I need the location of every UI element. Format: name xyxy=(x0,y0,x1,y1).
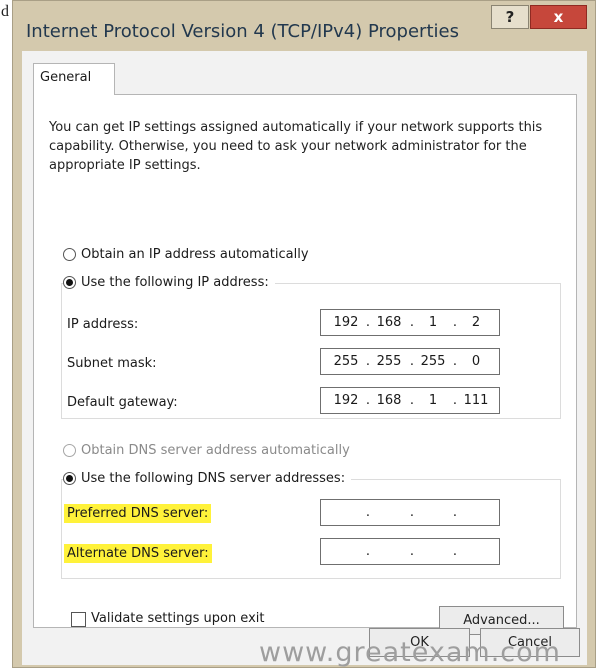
description-text: You can get IP settings assigned automat… xyxy=(49,120,543,173)
subnet-mask-octet-3: 255 xyxy=(420,354,446,369)
validate-settings-checkbox[interactable] xyxy=(71,612,86,627)
ip-address-octet-4: 2 xyxy=(471,315,481,330)
octet-separator: . xyxy=(409,354,415,369)
preferred-dns-field[interactable]: . . . xyxy=(320,499,500,526)
octet-separator: . xyxy=(365,505,371,520)
preferred-dns-label: Preferred DNS server: xyxy=(64,504,212,523)
tab-general[interactable]: General xyxy=(33,63,115,95)
use-following-dns-option[interactable]: Use the following DNS server addresses: xyxy=(63,471,352,486)
general-tab-panel: You can get IP settings assigned automat… xyxy=(33,94,577,635)
alternate-dns-label-text: Alternate DNS server: xyxy=(64,544,212,563)
default-gateway-field[interactable]: 192 . 168 . 1 . 111 xyxy=(320,387,500,414)
octet-separator: . xyxy=(452,315,458,330)
obtain-dns-auto-radio[interactable] xyxy=(63,444,76,457)
subnet-mask-octet-2: 255 xyxy=(376,354,402,369)
validate-settings-label: Validate settings upon exit xyxy=(91,611,265,626)
ip-address-label: IP address: xyxy=(67,317,139,332)
default-gateway-label: Default gateway: xyxy=(67,395,178,410)
use-following-dns-radio[interactable] xyxy=(63,472,76,485)
octet-separator: . xyxy=(452,393,458,408)
obtain-ip-auto-option[interactable]: Obtain an IP address automatically xyxy=(63,247,309,262)
close-button[interactable]: x xyxy=(530,5,587,29)
obtain-ip-auto-label: Obtain an IP address automatically xyxy=(81,247,309,262)
octet-separator: . xyxy=(365,315,371,330)
ip-address-octet-3: 1 xyxy=(428,315,438,330)
alternate-dns-field[interactable]: . . . xyxy=(320,538,500,565)
ip-address-octet-2: 168 xyxy=(376,315,402,330)
dialog-client-area: General You can get IP settings assigned… xyxy=(22,51,587,665)
dialog-title: Internet Protocol Version 4 (TCP/IPv4) P… xyxy=(26,21,459,42)
properties-dialog: Internet Protocol Version 4 (TCP/IPv4) P… xyxy=(12,0,596,668)
alternate-dns-label: Alternate DNS server: xyxy=(64,544,212,563)
ip-address-octet-1: 192 xyxy=(333,315,359,330)
octet-separator: . xyxy=(452,544,458,559)
default-gateway-octet-2: 168 xyxy=(376,393,402,408)
subnet-mask-label: Subnet mask: xyxy=(67,356,157,371)
obtain-dns-auto-option[interactable]: Obtain DNS server address automatically xyxy=(63,443,350,458)
octet-separator: . xyxy=(365,544,371,559)
use-following-ip-radio[interactable] xyxy=(63,276,76,289)
default-gateway-octet-3: 1 xyxy=(428,393,438,408)
obtain-dns-auto-label: Obtain DNS server address automatically xyxy=(81,443,350,458)
subnet-mask-octet-4: 0 xyxy=(471,354,481,369)
octet-separator: . xyxy=(409,505,415,520)
octet-separator: . xyxy=(409,315,415,330)
obtain-ip-auto-radio[interactable] xyxy=(63,248,76,261)
octet-separator: . xyxy=(409,393,415,408)
default-gateway-octet-1: 192 xyxy=(333,393,359,408)
octet-separator: . xyxy=(365,393,371,408)
edge-fragment-text: d xyxy=(1,3,9,20)
title-bar[interactable]: Internet Protocol Version 4 (TCP/IPv4) P… xyxy=(13,1,595,51)
octet-separator: . xyxy=(452,505,458,520)
subnet-mask-field[interactable]: 255 . 255 . 255 . 0 xyxy=(320,348,500,375)
subnet-mask-octet-1: 255 xyxy=(333,354,359,369)
preferred-dns-label-text: Preferred DNS server: xyxy=(64,504,212,523)
octet-separator: . xyxy=(365,354,371,369)
use-following-ip-option[interactable]: Use the following IP address: xyxy=(63,275,275,290)
use-following-dns-label: Use the following DNS server addresses: xyxy=(81,471,346,486)
watermark-text: www.greatexam.com xyxy=(259,637,561,668)
use-following-ip-label: Use the following IP address: xyxy=(81,275,269,290)
octet-separator: . xyxy=(452,354,458,369)
octet-separator: . xyxy=(409,544,415,559)
ip-address-field[interactable]: 192 . 168 . 1 . 2 xyxy=(320,309,500,336)
default-gateway-octet-4: 111 xyxy=(463,393,489,408)
help-button[interactable]: ? xyxy=(491,5,529,29)
